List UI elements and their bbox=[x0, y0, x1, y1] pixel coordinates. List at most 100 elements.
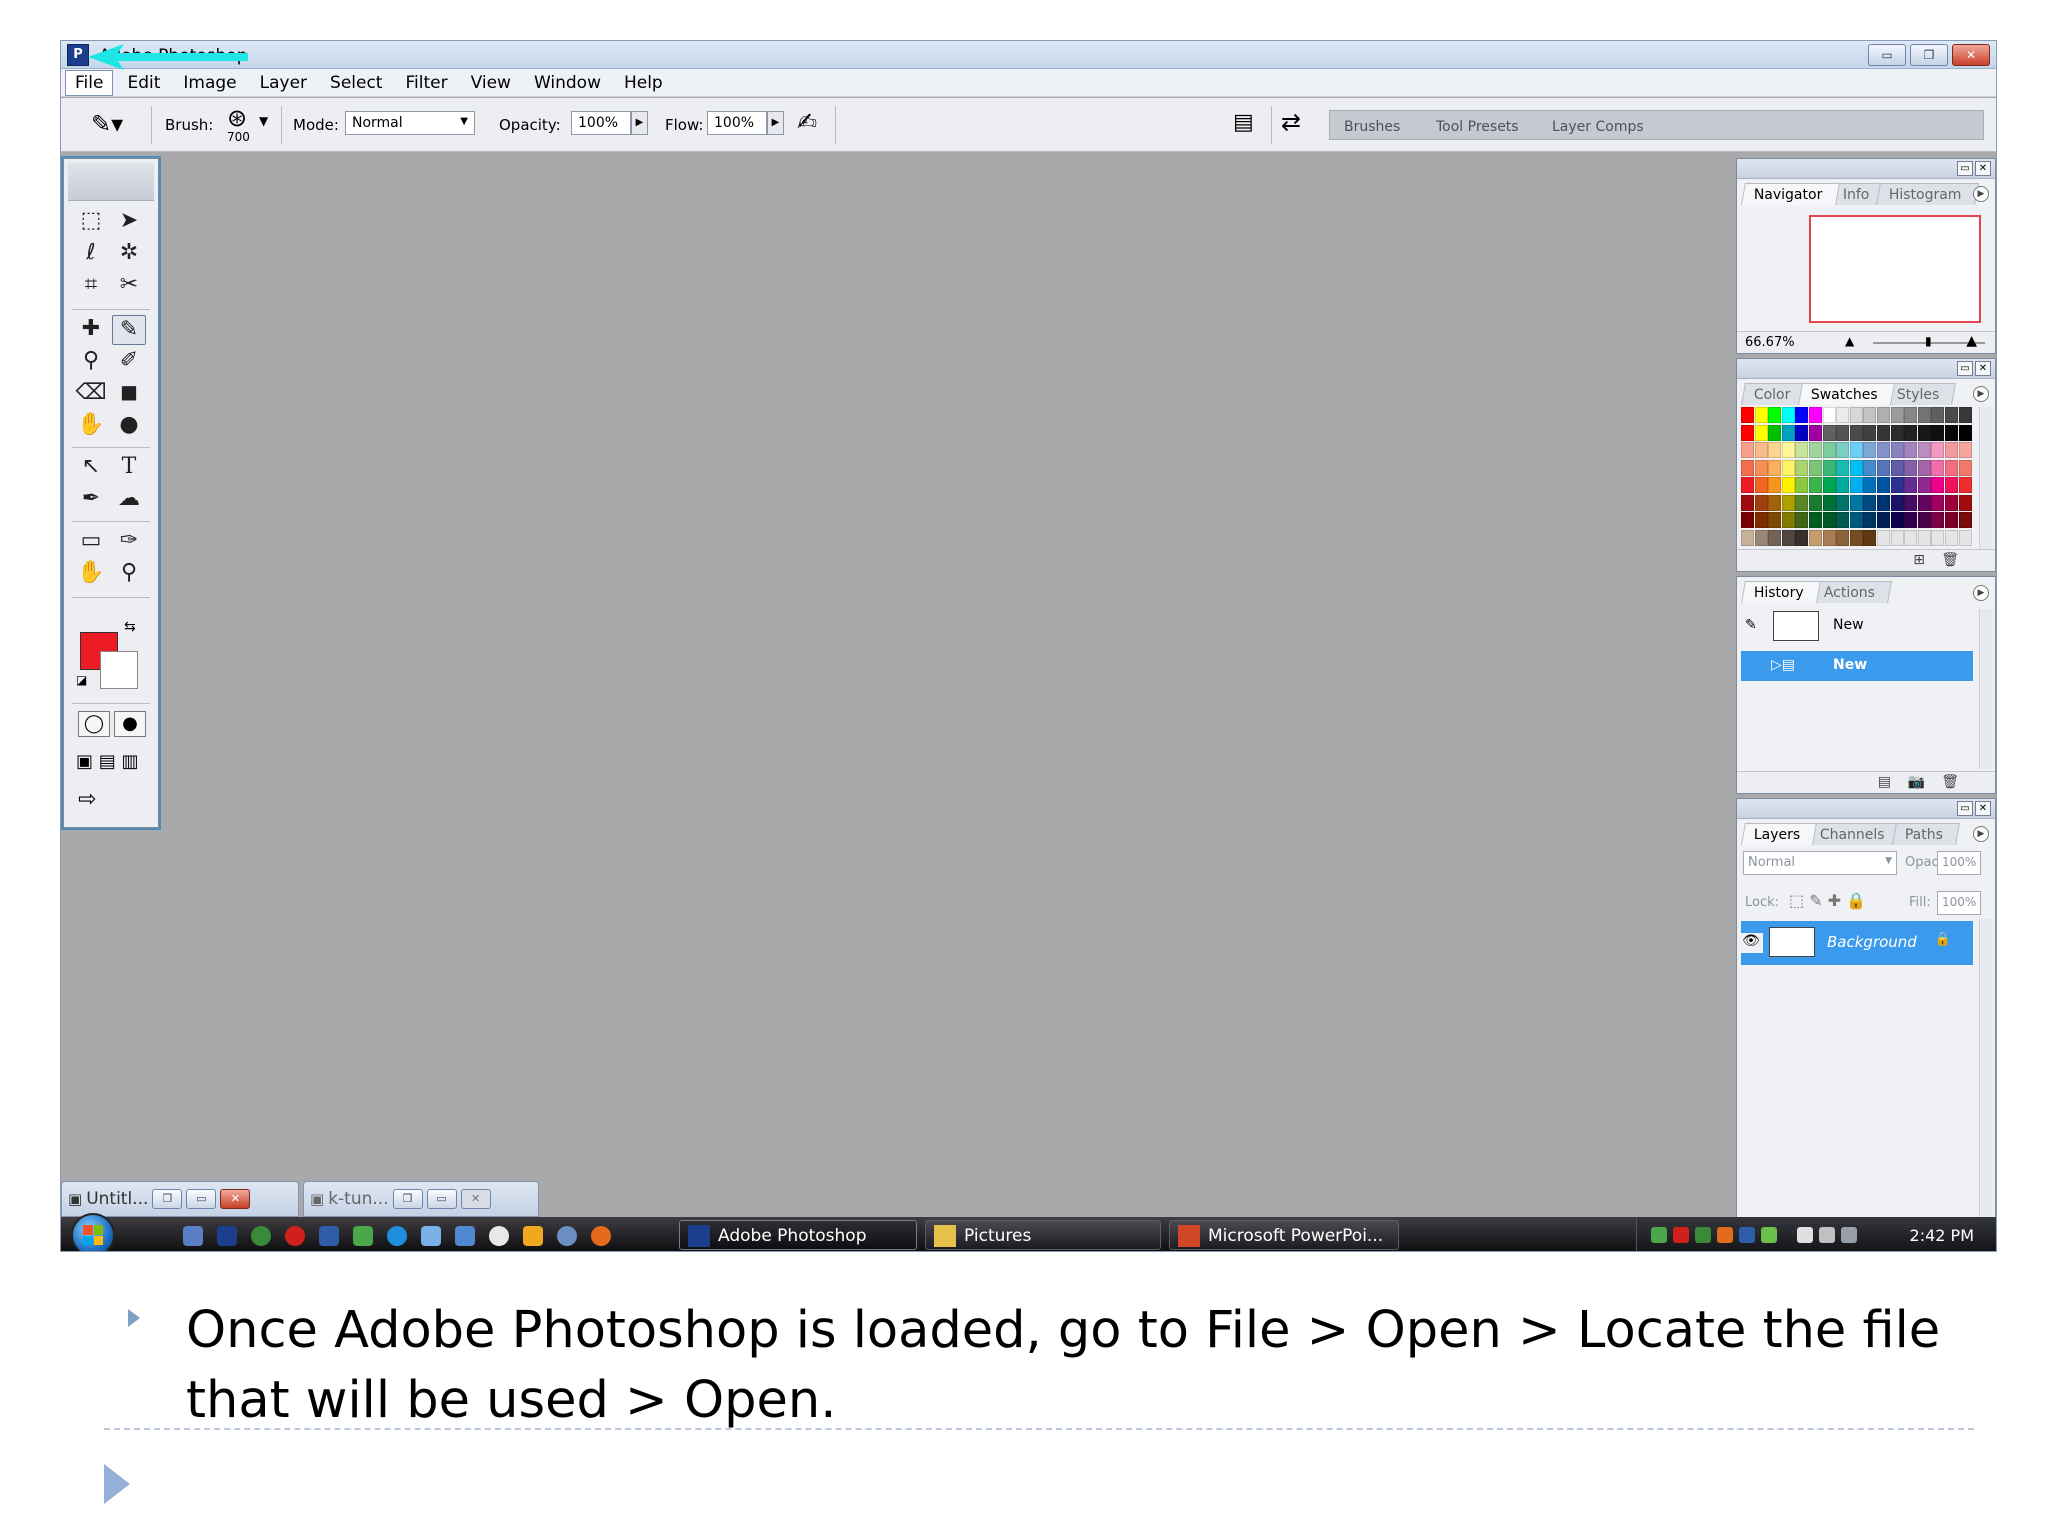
shape-tool-icon[interactable]: ☁ bbox=[112, 485, 146, 515]
brush-tool-preset-icon[interactable]: ✎▾ bbox=[91, 110, 123, 138]
swatch[interactable] bbox=[1863, 407, 1877, 423]
swatch[interactable] bbox=[1781, 477, 1795, 493]
swatch[interactable] bbox=[1958, 442, 1972, 458]
swatch[interactable] bbox=[1795, 512, 1809, 528]
restore-button[interactable]: ❐ bbox=[1910, 44, 1948, 66]
swatch[interactable] bbox=[1904, 424, 1918, 441]
swatch[interactable] bbox=[1836, 494, 1850, 511]
move-tool-icon[interactable]: ➤ bbox=[112, 207, 146, 237]
slice-tool-icon[interactable]: ✂ bbox=[112, 271, 146, 301]
tray-icon-3[interactable] bbox=[1695, 1227, 1711, 1243]
swatch[interactable] bbox=[1958, 459, 1972, 476]
swatch[interactable] bbox=[1917, 529, 1931, 546]
eyedropper-icon[interactable]: ✑ bbox=[112, 527, 146, 557]
tray-icon-4[interactable] bbox=[1717, 1227, 1733, 1243]
swatch[interactable] bbox=[1741, 424, 1754, 441]
swatch[interactable] bbox=[1741, 512, 1754, 528]
swatch[interactable] bbox=[1768, 494, 1782, 511]
swatch[interactable] bbox=[1754, 494, 1768, 511]
swatch[interactable] bbox=[1863, 477, 1877, 493]
swatch[interactable] bbox=[1931, 512, 1945, 528]
swatch[interactable] bbox=[1809, 442, 1822, 458]
doc-close-button[interactable]: ✕ bbox=[460, 1189, 491, 1209]
brush-dropdown-icon[interactable]: ▼ bbox=[259, 114, 268, 128]
swatch[interactable] bbox=[1877, 529, 1890, 546]
swatch[interactable] bbox=[1754, 442, 1768, 458]
swatch[interactable] bbox=[1781, 494, 1795, 511]
swap-colors-icon[interactable]: ⇆ bbox=[124, 619, 136, 635]
close-button[interactable]: ✕ bbox=[1952, 44, 1990, 66]
swatch[interactable] bbox=[1822, 442, 1836, 458]
screen-mode-icons[interactable]: ▣ ▤ ▥ bbox=[76, 751, 138, 772]
marquee-tool-icon[interactable]: ⬚ bbox=[74, 207, 108, 237]
swatch[interactable] bbox=[1822, 424, 1836, 441]
swatch[interactable] bbox=[1945, 442, 1958, 458]
swatch[interactable] bbox=[1890, 424, 1904, 441]
swatch[interactable] bbox=[1904, 459, 1918, 476]
panel-menu-icon[interactable]: ▶ bbox=[1973, 386, 1989, 402]
file-browser-icon[interactable]: ▤ bbox=[1233, 110, 1254, 135]
doc-restore-button[interactable]: ❐ bbox=[152, 1189, 183, 1209]
tab-actions[interactable]: Actions bbox=[1810, 581, 1892, 603]
quicklaunch-icon-12[interactable] bbox=[557, 1226, 577, 1246]
tab-channels[interactable]: Channels bbox=[1807, 823, 1903, 845]
document-untitled[interactable]: ▣ Untitl... ❐ ▭ ✕ bbox=[61, 1181, 299, 1217]
clone-stamp-icon[interactable]: ⚲ bbox=[74, 347, 108, 377]
swatch[interactable] bbox=[1836, 477, 1850, 493]
new-swatch-icon[interactable]: ⊞ bbox=[1913, 552, 1925, 568]
zoom-slider-thumb[interactable]: ▮ bbox=[1925, 334, 1932, 348]
swatch[interactable] bbox=[1931, 442, 1945, 458]
gradient-tool-icon[interactable]: ◼ bbox=[112, 379, 146, 409]
swatch[interactable] bbox=[1917, 442, 1931, 458]
swatch[interactable] bbox=[1809, 477, 1822, 493]
swatch[interactable] bbox=[1822, 494, 1836, 511]
blend-mode-select[interactable]: Normal ▼ bbox=[1743, 851, 1897, 875]
swatch[interactable] bbox=[1958, 494, 1972, 511]
swatch[interactable] bbox=[1768, 529, 1782, 546]
swatch[interactable] bbox=[1931, 424, 1945, 441]
layer-fill-field[interactable]: 100% bbox=[1937, 891, 1981, 915]
opacity-field[interactable]: 100% bbox=[571, 111, 631, 135]
clock[interactable]: 2:42 PM bbox=[1910, 1226, 1974, 1245]
swatch[interactable] bbox=[1917, 459, 1931, 476]
swatch[interactable] bbox=[1890, 512, 1904, 528]
doc-maximize-button[interactable]: ▭ bbox=[186, 1189, 217, 1209]
swatch[interactable] bbox=[1849, 477, 1863, 493]
swatch[interactable] bbox=[1781, 424, 1795, 441]
swatch[interactable] bbox=[1822, 512, 1836, 528]
doc-restore-button[interactable]: ❐ bbox=[392, 1189, 423, 1209]
swatch-grid[interactable] bbox=[1741, 407, 1973, 549]
swatch[interactable] bbox=[1741, 529, 1754, 546]
zoom-value[interactable]: 66.67% bbox=[1745, 335, 1795, 350]
swatch[interactable] bbox=[1741, 459, 1754, 476]
swatch[interactable] bbox=[1931, 477, 1945, 493]
swatch[interactable] bbox=[1836, 529, 1850, 546]
panel-close-icon[interactable]: ✕ bbox=[1975, 361, 1991, 376]
quicklaunch-icon-4[interactable] bbox=[285, 1226, 305, 1246]
swatch[interactable] bbox=[1877, 494, 1890, 511]
swatch[interactable] bbox=[1809, 494, 1822, 511]
swatch[interactable] bbox=[1768, 512, 1782, 528]
hand-tool-icon[interactable]: ✋ bbox=[74, 559, 108, 589]
flow-field[interactable]: 100% bbox=[707, 111, 767, 135]
swatch[interactable] bbox=[1890, 459, 1904, 476]
swatch[interactable] bbox=[1795, 459, 1809, 476]
swatch[interactable] bbox=[1917, 477, 1931, 493]
swatch[interactable] bbox=[1877, 407, 1890, 423]
swatch[interactable] bbox=[1836, 442, 1850, 458]
task-adobe-photoshop[interactable]: Adobe Photoshop bbox=[679, 1220, 917, 1250]
swatch[interactable] bbox=[1741, 494, 1754, 511]
delete-swatch-icon[interactable]: 🗑 bbox=[1941, 552, 1959, 568]
blur-tool-icon[interactable]: ✋ bbox=[74, 411, 108, 441]
swatch[interactable] bbox=[1754, 512, 1768, 528]
panel-minimize-icon[interactable]: ▭ bbox=[1957, 801, 1973, 816]
swatch[interactable] bbox=[1958, 424, 1972, 441]
tab-paths[interactable]: Paths bbox=[1892, 823, 1961, 845]
panel-menu-icon[interactable]: ▶ bbox=[1973, 826, 1989, 842]
doc-maximize-button[interactable]: ▭ bbox=[426, 1189, 457, 1209]
menu-file[interactable]: File bbox=[65, 69, 114, 96]
panel-menu-icon[interactable]: ▶ bbox=[1973, 186, 1989, 202]
swatch[interactable] bbox=[1863, 459, 1877, 476]
swatch[interactable] bbox=[1781, 529, 1795, 546]
brush-tool-icon[interactable]: ✎ bbox=[112, 315, 146, 345]
